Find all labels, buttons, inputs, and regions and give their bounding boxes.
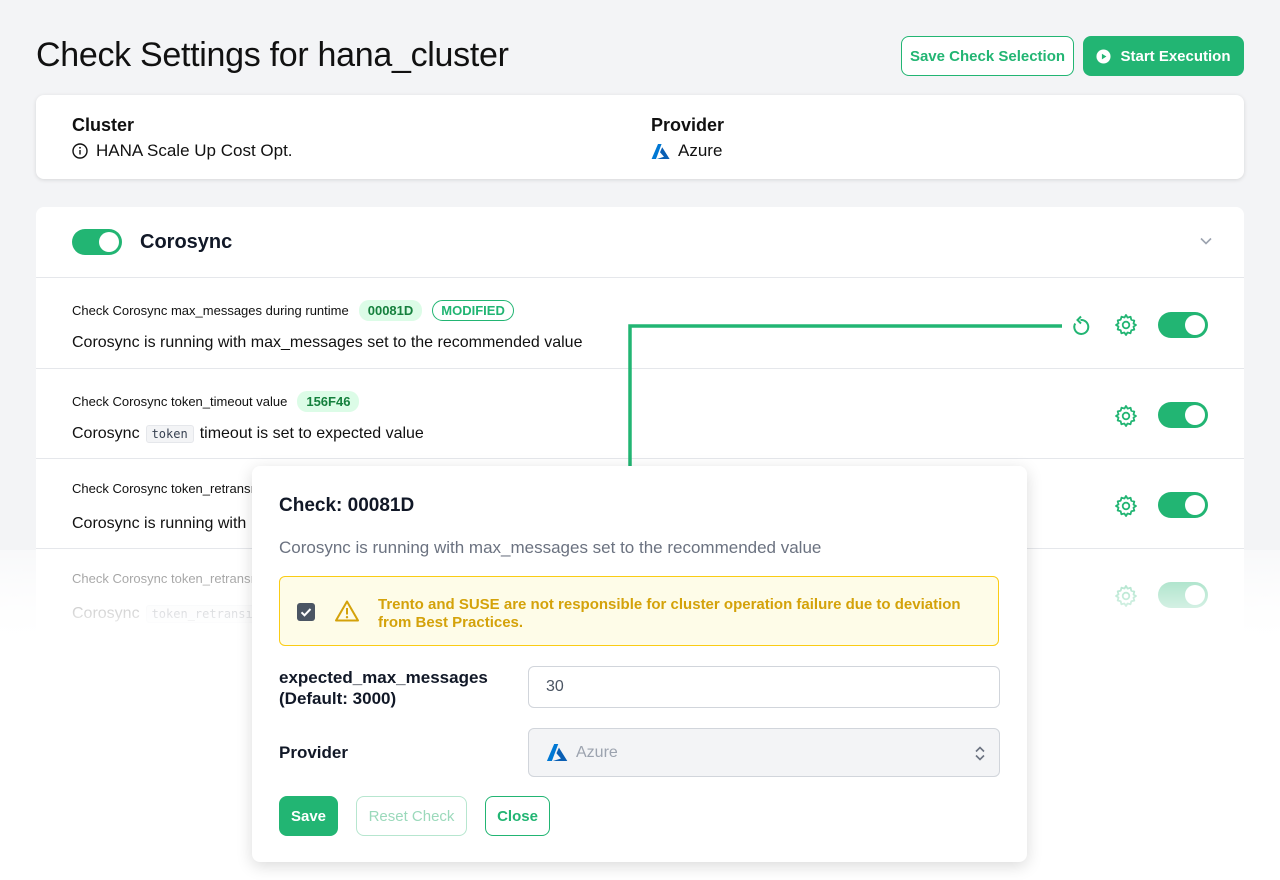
warning-checkbox[interactable] — [297, 603, 315, 621]
check-settings-modal: Check: 00081D Corosync is running with m… — [252, 466, 1027, 862]
provider-field-label: Provider — [279, 743, 348, 762]
expected-max-messages-input[interactable]: 30 — [528, 666, 1000, 708]
save-button[interactable]: Save — [279, 796, 338, 836]
modal-title: Check: 00081D — [279, 495, 415, 516]
close-button[interactable]: Close — [485, 796, 550, 836]
modal-subtitle: Corosync is running with max_messages se… — [279, 538, 822, 557]
field-default: (Default: 3000) — [279, 689, 397, 708]
field-label: expected_max_messages (Default: 3000) — [279, 667, 488, 709]
provider-select[interactable]: Azure — [528, 728, 1000, 777]
warning-banner: Trento and SUSE are not responsible for … — [279, 576, 999, 646]
field-name: expected_max_messages — [279, 668, 488, 687]
warning-icon — [335, 600, 359, 622]
azure-icon — [546, 744, 568, 761]
warning-text: Trento and SUSE are not responsible for … — [378, 596, 961, 631]
chevron-updown-icon — [975, 746, 985, 761]
reset-check-button[interactable]: Reset Check — [356, 796, 467, 836]
checkmark-icon — [300, 608, 312, 617]
provider-option: Azure — [576, 743, 618, 761]
